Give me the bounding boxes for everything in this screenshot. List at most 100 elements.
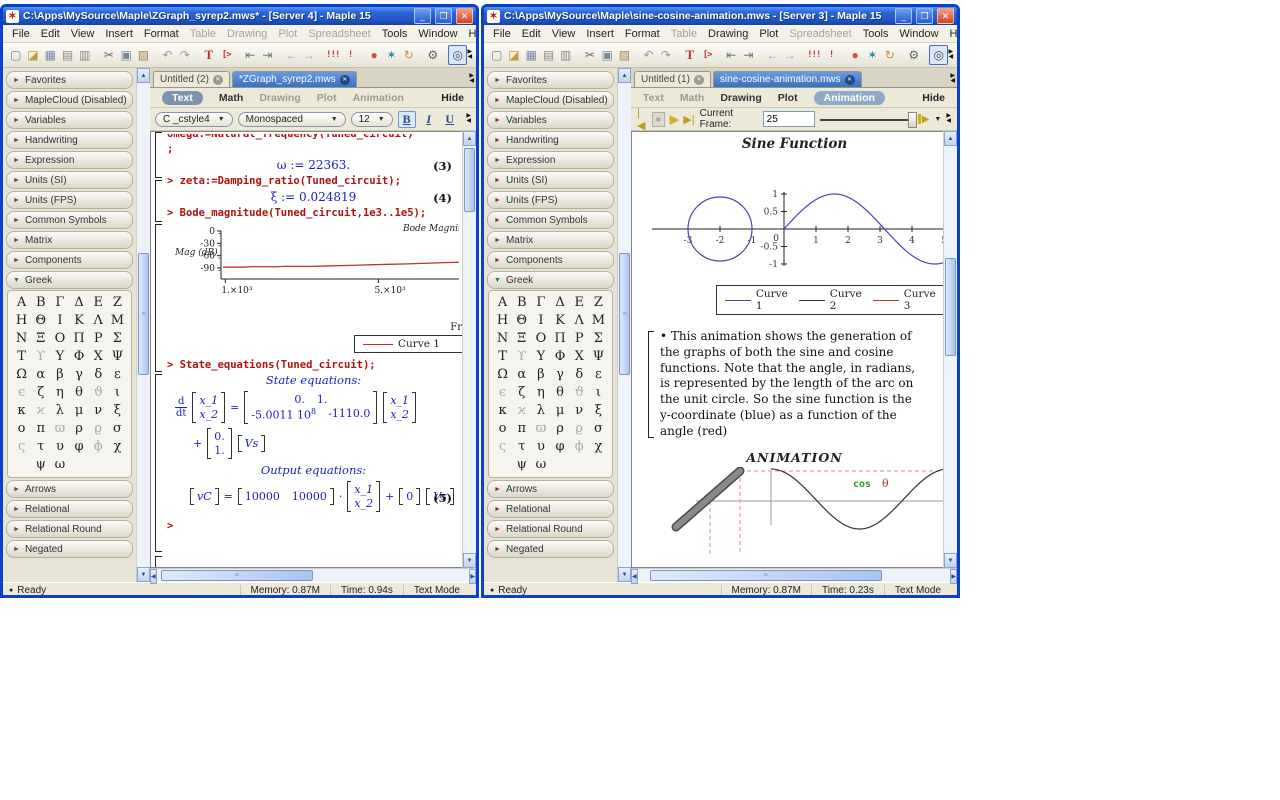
palette-relational-round[interactable]: ►Relational Round	[487, 520, 614, 538]
palette-maplecloud-disabled[interactable]: ►MapleCloud (Disabled)	[6, 91, 133, 109]
scrollbar-thumb[interactable]: ≡	[138, 253, 149, 375]
greek-letter[interactable]: η	[531, 384, 550, 402]
maple-prompt[interactable]: >	[167, 520, 460, 532]
hide-palettes-button[interactable]: Hide	[922, 92, 945, 104]
greek-letter[interactable]: Λ	[89, 312, 108, 330]
greek-letter[interactable]: Β	[31, 294, 50, 312]
greek-letter[interactable]: γ	[550, 366, 569, 384]
greek-letter[interactable]: μ	[550, 402, 569, 420]
menu-format[interactable]: Format	[139, 27, 184, 41]
palette-matrix[interactable]: ►Matrix	[487, 231, 614, 249]
greek-letter[interactable]: Τ	[493, 348, 512, 366]
greek-letter[interactable]: Ζ	[108, 294, 127, 312]
greek-letter[interactable]: ο	[493, 420, 512, 438]
greek-letter[interactable]: σ	[589, 420, 608, 438]
greek-letter[interactable]: Ψ	[589, 348, 608, 366]
restart-icon[interactable]: ↻	[400, 46, 417, 64]
scroll-down-icon[interactable]: ▼	[618, 567, 631, 582]
save-icon[interactable]: ▦	[42, 46, 59, 64]
indent-icon[interactable]: ⇥	[259, 46, 276, 64]
greek-letter[interactable]: Μ	[589, 312, 608, 330]
scroll-left-icon[interactable]: ◀	[631, 569, 638, 584]
options-icon[interactable]: ⚙	[905, 46, 922, 64]
greek-letter[interactable]: Α	[12, 294, 31, 312]
greek-letter[interactable]: π	[512, 420, 531, 438]
current-frame-input[interactable]	[763, 111, 815, 127]
title-bar[interactable]: ✶ C:\Apps\MySource\Maple\ZGraph_syrep2.m…	[3, 7, 476, 25]
print-icon[interactable]: ▤	[540, 46, 557, 64]
underline-button[interactable]: U	[442, 112, 458, 127]
greek-letter[interactable]: β	[50, 366, 69, 384]
scroll-down-icon[interactable]: ▼	[137, 567, 150, 582]
close-tab-icon[interactable]: ✕	[845, 75, 855, 85]
indent-icon[interactable]: ⇥	[740, 46, 757, 64]
scrollbar-thumb[interactable]	[945, 258, 956, 356]
menu-tools[interactable]: Tools	[858, 27, 894, 41]
greek-letter[interactable]: κ	[493, 402, 512, 420]
greek-letter[interactable]: ι	[589, 384, 608, 402]
greek-letter[interactable]: Θ	[31, 312, 50, 330]
greek-letter[interactable]: Χ	[570, 348, 589, 366]
font-combobox[interactable]: Monospaced▼	[238, 112, 346, 127]
context-tab-math[interactable]: Math	[680, 92, 705, 104]
greek-letter[interactable]: Η	[493, 312, 512, 330]
toolbar-overflow-icon[interactable]: ▶◀	[467, 50, 472, 60]
greek-letter[interactable]: π	[31, 420, 50, 438]
greek-letter[interactable]: Ε	[570, 294, 589, 312]
greek-letter[interactable]: Α	[493, 294, 512, 312]
open-file-icon[interactable]: ◪	[505, 46, 522, 64]
slider-handle[interactable]	[908, 112, 917, 128]
scrollbar-track[interactable]: ≡	[618, 83, 631, 567]
greek-letter[interactable]: ψ	[512, 456, 531, 474]
print-icon[interactable]: ▤	[59, 46, 76, 64]
greek-letter[interactable]: Π	[550, 330, 569, 348]
scroll-up-icon[interactable]: ▲	[944, 131, 957, 146]
toolbar-overflow-icon[interactable]: ▶◀	[946, 114, 951, 124]
menu-view[interactable]: View	[547, 27, 581, 41]
greek-letter[interactable]: ϰ	[512, 402, 531, 420]
greek-letter[interactable]: Ρ	[89, 330, 108, 348]
greek-letter[interactable]: ρ	[69, 420, 88, 438]
greek-letter[interactable]: ϖ	[531, 420, 550, 438]
scrollbar-thumb[interactable]: ≡	[650, 570, 882, 581]
palette-relational[interactable]: ►Relational	[487, 500, 614, 518]
scrollbar-thumb[interactable]: ≡	[619, 253, 630, 375]
context-tab-animation[interactable]: Animation	[353, 92, 404, 104]
bullet-paragraph[interactable]: • This animation shows the generation of…	[660, 329, 916, 440]
hide-palettes-button[interactable]: Hide	[441, 92, 464, 104]
greek-letter[interactable]: ϖ	[50, 420, 69, 438]
palette-scrollbar[interactable]: ▲ ≡ ▼	[136, 68, 150, 582]
context-tab-text[interactable]: Text	[643, 92, 664, 104]
options-icon[interactable]: ⚙	[424, 46, 441, 64]
context-tab-text[interactable]: Text	[162, 91, 203, 105]
step-forward-icon[interactable]: ▶|	[683, 113, 694, 126]
greek-letter[interactable]: ϕ	[570, 438, 589, 456]
greek-letter[interactable]: ϑ	[570, 384, 589, 402]
palette-common-symbols[interactable]: ►Common Symbols	[6, 211, 133, 229]
outdent-icon[interactable]: ⇤	[242, 46, 259, 64]
greek-letter[interactable]: Ι	[531, 312, 550, 330]
close-tab-icon[interactable]: ✕	[694, 75, 704, 85]
greek-letter[interactable]: η	[50, 384, 69, 402]
greek-letter[interactable]: δ	[570, 366, 589, 384]
play-icon[interactable]: ▶	[670, 113, 678, 126]
greek-letter[interactable]: ϒ	[512, 348, 531, 366]
title-bar[interactable]: ✶ C:\Apps\MySource\Maple\sine-cosine-ani…	[484, 7, 957, 25]
interrupt-icon[interactable]: ●	[365, 46, 382, 64]
greek-letter[interactable]: ζ	[31, 384, 50, 402]
stop-icon[interactable]: ■	[652, 112, 665, 127]
greek-letter[interactable]: ε	[589, 366, 608, 384]
greek-letter[interactable]: Π	[69, 330, 88, 348]
execute-all-icon[interactable]: !!!	[324, 46, 341, 64]
tab-untitled-1[interactable]: Untitled (1)✕	[634, 71, 711, 87]
greek-letter[interactable]: γ	[69, 366, 88, 384]
redo-icon[interactable]: ↷	[176, 46, 193, 64]
scrollbar-track[interactable]: ≡	[137, 83, 150, 567]
menu-format[interactable]: Format	[620, 27, 665, 41]
menu-plot[interactable]: Plot	[273, 27, 302, 41]
greek-letter[interactable]: α	[31, 366, 50, 384]
forward-icon[interactable]: →	[300, 46, 317, 64]
scrollbar-track[interactable]	[944, 146, 957, 553]
maple-input[interactable]: > Bode_magnitude(Tuned_circuit,1e3..1e5)…	[167, 207, 460, 219]
palette-units-si[interactable]: ►Units (SI)	[6, 171, 133, 189]
